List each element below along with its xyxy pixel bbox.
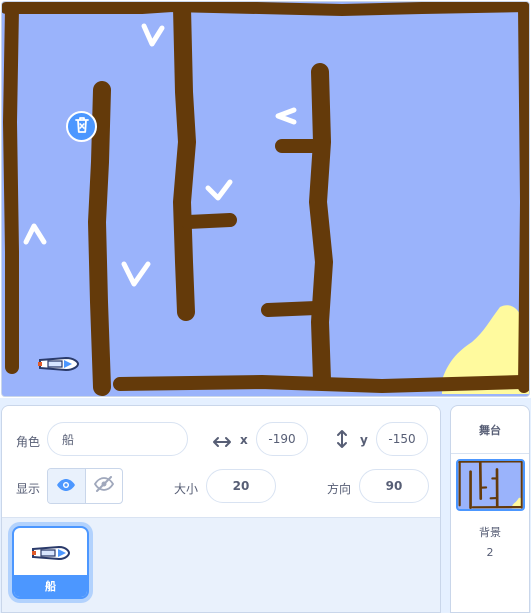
sprite-tile-name: 船: [14, 575, 87, 597]
show-label: 显示: [16, 482, 41, 496]
show-button[interactable]: [48, 469, 85, 503]
visibility-toggle: [47, 468, 123, 504]
size-input[interactable]: 20: [206, 469, 276, 503]
stage-area: [0, 0, 531, 398]
sprite-pane: 角色 船 x -190 y -150 显示 大小 20 方向 90 船: [1, 405, 441, 613]
y-label: y: [360, 433, 368, 447]
maze-backdrop: [2, 2, 529, 396]
horizontal-arrows-icon: [212, 433, 232, 452]
eye-icon: [56, 477, 76, 496]
backdrops-count: 2: [486, 546, 494, 559]
eye-slash-icon: [93, 476, 115, 496]
direction-input[interactable]: 90: [359, 469, 429, 503]
stage-thumbnail[interactable]: [456, 459, 525, 511]
backdrops-label: 背景: [479, 526, 501, 539]
x-input[interactable]: -190: [256, 422, 308, 456]
boat-icon[interactable]: [38, 356, 80, 372]
stage-selector[interactable]: 舞台 背景 2: [450, 405, 530, 613]
vertical-arrows-icon: [336, 429, 348, 453]
sprite-label: 角色: [16, 435, 41, 449]
direction-label: 方向: [327, 482, 352, 496]
delete-sprite-button[interactable]: [66, 111, 97, 142]
sprite-name-input[interactable]: 船: [47, 422, 188, 456]
sprite-tile-selected[interactable]: 船: [12, 526, 89, 599]
x-label: x: [240, 433, 248, 447]
stage-selector-title: 舞台: [451, 406, 529, 454]
stage-canvas[interactable]: [1, 1, 530, 397]
trash-icon: [74, 116, 89, 137]
hide-button[interactable]: [84, 469, 122, 503]
y-input[interactable]: -150: [376, 422, 428, 456]
scratch-editor: 角色 船 x -190 y -150 显示 大小 20 方向 90 船 舞台 背…: [0, 0, 531, 613]
sprite-info: 角色 船 x -190 y -150 显示 大小 20 方向 90: [2, 406, 440, 518]
size-label: 大小: [174, 482, 199, 496]
boat-icon: [14, 534, 87, 572]
